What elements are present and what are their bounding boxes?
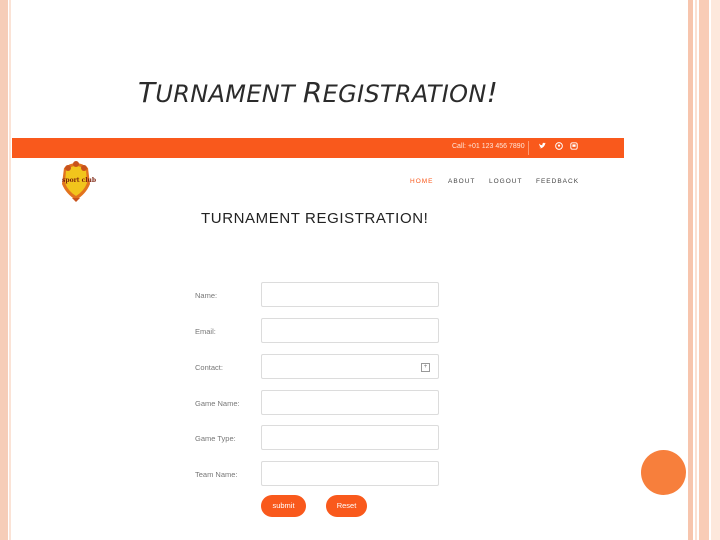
slide-border-right <box>711 0 720 540</box>
slide-border-left-inner <box>9 0 11 540</box>
reset-button[interactable]: Reset <box>326 495 367 517</box>
divider <box>528 141 529 155</box>
website-screenshot: Call: +01 123 456 7890 sport club HOME A… <box>12 138 624 540</box>
slide-border-left <box>0 0 8 540</box>
nav-about[interactable]: ABOUT <box>448 178 475 185</box>
instagram-icon[interactable] <box>570 142 578 153</box>
slide-border-right <box>699 0 709 540</box>
slide-border-right <box>695 0 697 540</box>
email-input[interactable] <box>261 318 439 343</box>
spinner-icon[interactable]: + <box>421 363 430 372</box>
decorative-circle <box>641 450 686 495</box>
title-text: EGISTRATION <box>322 80 487 108</box>
nav-home[interactable]: HOME <box>410 178 434 185</box>
contact-label: Contact: <box>195 363 223 372</box>
submit-button[interactable]: submit <box>261 495 306 517</box>
phone-text: Call: +01 123 456 7890 <box>452 143 525 150</box>
game-name-label: Game Name: <box>195 399 240 408</box>
title-text: URNAMENT <box>155 80 303 108</box>
slide-border-right <box>688 0 693 540</box>
top-bar: Call: +01 123 456 7890 <box>12 138 624 158</box>
game-type-input[interactable] <box>261 425 439 450</box>
email-label: Email: <box>195 327 216 336</box>
logo-text: sport club <box>62 177 97 184</box>
name-input[interactable] <box>261 282 439 307</box>
team-name-label: Team Name: <box>195 470 238 479</box>
title-cap: T <box>138 76 156 109</box>
title-exclamation: ! <box>486 76 499 109</box>
game-type-label: Game Type: <box>195 434 236 443</box>
team-name-input[interactable] <box>261 461 439 486</box>
nav-feedback[interactable]: FEEDBACK <box>536 178 579 185</box>
pinterest-icon[interactable] <box>555 142 563 153</box>
nav-logout[interactable]: LOGOUT <box>489 178 522 185</box>
title-cap: R <box>302 76 323 109</box>
slide-title: TURNAMENT REGISTRATION! <box>138 76 498 109</box>
form-title: TURNAMENT REGISTRATION! <box>201 210 429 227</box>
game-name-input[interactable] <box>261 390 439 415</box>
sport-club-logo[interactable]: sport club <box>58 160 97 202</box>
twitter-icon[interactable] <box>538 142 546 153</box>
name-label: Name: <box>195 291 218 300</box>
contact-input[interactable]: + <box>261 354 439 379</box>
